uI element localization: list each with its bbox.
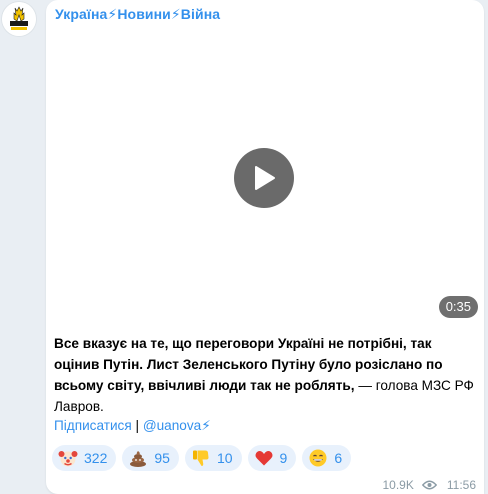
message-time: 11:56 bbox=[446, 478, 476, 492]
eye-icon bbox=[421, 480, 437, 490]
video-duration: 0:35 bbox=[438, 296, 478, 318]
thumbs-down-icon bbox=[191, 448, 211, 468]
message-bubble: Україна⚡Новини⚡Війна 0:35 Все вказує на … bbox=[46, 0, 484, 494]
reaction-grin[interactable]: 6 bbox=[302, 445, 352, 471]
red-heart-icon bbox=[254, 448, 274, 468]
channel-avatar[interactable] bbox=[2, 2, 36, 36]
reaction-count: 322 bbox=[84, 450, 108, 466]
channel-handle-link[interactable]: @uanova⚡ bbox=[143, 418, 211, 433]
reaction-count: 95 bbox=[154, 450, 170, 466]
reactions-bar: 322 95 10 9 6 bbox=[52, 445, 352, 471]
reaction-count: 10 bbox=[216, 450, 233, 466]
reaction-thumbs-down[interactable]: 10 bbox=[184, 445, 242, 471]
video-player[interactable]: 0:35 bbox=[46, 28, 484, 324]
play-button[interactable] bbox=[234, 148, 294, 208]
post-links: Підписатися | @uanova⚡ bbox=[54, 418, 211, 434]
reaction-count: 9 bbox=[279, 450, 288, 466]
reaction-heart[interactable]: 9 bbox=[247, 445, 297, 471]
reaction-count: 6 bbox=[334, 450, 343, 466]
grinning-face-icon bbox=[308, 448, 328, 468]
channel-logo-icon bbox=[2, 2, 36, 36]
post-text: Все вказує на те, що переговори Україні … bbox=[54, 333, 478, 417]
play-icon bbox=[255, 166, 275, 190]
links-separator: | bbox=[131, 418, 143, 433]
message-meta: 10.9K 11:56 bbox=[383, 478, 477, 492]
reaction-poo[interactable]: 95 bbox=[122, 445, 179, 471]
pile-of-poo-icon bbox=[128, 448, 148, 468]
reaction-clown[interactable]: 322 bbox=[52, 445, 117, 471]
clown-face-icon bbox=[58, 448, 78, 468]
subscribe-link[interactable]: Підписатися bbox=[54, 418, 132, 433]
channel-name[interactable]: Україна⚡Новини⚡Війна bbox=[55, 6, 220, 23]
view-count: 10.9K bbox=[382, 478, 414, 492]
